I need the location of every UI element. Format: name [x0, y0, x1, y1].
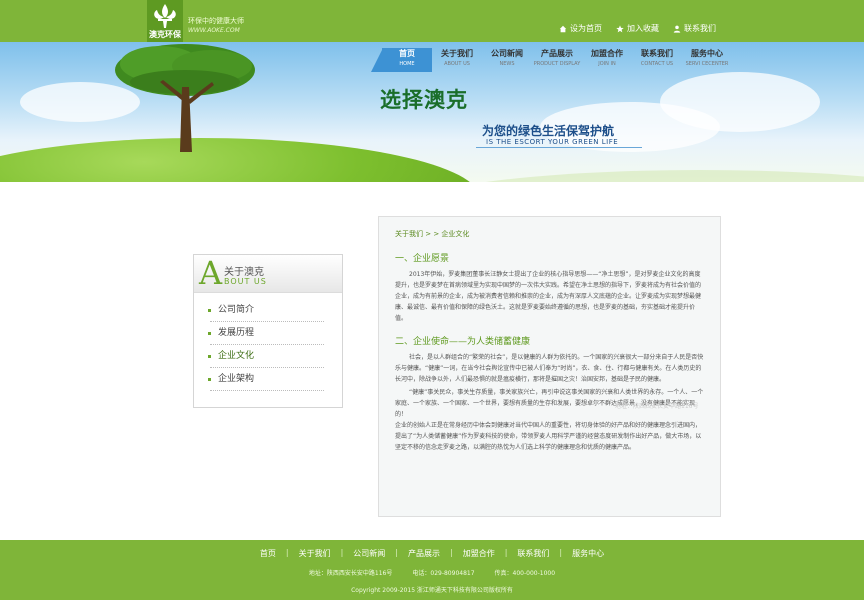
footer-link-service[interactable]: 服务中心: [572, 548, 604, 559]
fleur-de-lis-icon: [154, 4, 176, 28]
banner-headline: 选择澳克: [380, 88, 468, 112]
nav-item-label: 关于我们: [441, 49, 473, 58]
footer-link-home[interactable]: 首页: [260, 548, 276, 559]
sidebar-menu: 公司简介 发展历程 企业文化 企业架构: [194, 293, 342, 391]
nav-item-sublabel: ABOUT US: [444, 61, 470, 67]
watermark-text: 地址：陕西西安长安中路116号: [615, 403, 699, 410]
footer-separator: |: [395, 548, 398, 557]
bullet-icon: [208, 332, 211, 335]
sidebar-header: A 关于澳克 BOUT US: [194, 255, 342, 293]
set-homepage-link[interactable]: 设为首页: [559, 23, 602, 34]
banner-divider: [476, 147, 642, 148]
sidebar-item-history[interactable]: 发展历程: [208, 322, 324, 345]
main-nav: 首页 HOME 关于我们 ABOUT US 公司新闻 NEWS 产品展示 PRO…: [382, 48, 732, 72]
nav-item-sublabel: SERVI CECENTER: [685, 61, 729, 67]
add-favorite-link[interactable]: 加入收藏: [616, 23, 659, 34]
logo[interactable]: 澳克环保: [147, 0, 183, 42]
footer-contact-info: 地址：陕西西安长安中路116号 电话：029-80904817 传真：400-0…: [0, 568, 864, 577]
nav-item-label: 加盟合作: [591, 49, 623, 58]
nav-item-label: 产品展示: [541, 49, 573, 58]
section-text-mission-3: 企业的创始人正是在常身经历中体会到健康对当代中国人的重要性，将切身体验的好产品和…: [395, 422, 702, 451]
footer-link-news[interactable]: 公司新闻: [353, 548, 385, 559]
banner: 首页 HOME 关于我们 ABOUT US 公司新闻 NEWS 产品展示 PRO…: [0, 42, 864, 182]
breadcrumb[interactable]: 关于我们 > > 企业文化: [395, 229, 704, 239]
bullet-icon: [208, 355, 211, 358]
home-icon: [559, 25, 567, 32]
add-favorite-label: 加入收藏: [627, 24, 659, 33]
footer-nav: 首页 | 关于我们 | 公司新闻 | 产品展示 | 加盟合作 | 联系我们 | …: [0, 548, 864, 559]
footer-separator: |: [340, 548, 344, 557]
nav-item-label: 服务中心: [691, 49, 723, 58]
footer-hotline: 传真：400-000-1000: [494, 570, 556, 577]
footer-separator: |: [504, 548, 508, 557]
slogan-url: WWW.AOKE.COM: [188, 27, 240, 34]
nav-item-label: 公司新闻: [491, 49, 523, 58]
banner-subtitle: 为您的绿色生活保驾护航: [482, 124, 615, 138]
star-icon: [616, 24, 624, 32]
sidebar-item-company-profile[interactable]: 公司简介: [208, 299, 324, 322]
footer-address: 地址：陕西西安长安中路116号: [308, 570, 393, 577]
nav-item-sublabel: JOIN IN: [598, 61, 616, 67]
nav-item-sublabel: NEWS: [499, 61, 515, 67]
set-homepage-label: 设为首页: [570, 24, 602, 33]
content-panel: 关于我们 > > 企业文化 一、企业愿景 2013年伊始，罗麦集团董事长汪静女士…: [378, 216, 721, 517]
tree-illustration: [115, 44, 255, 152]
section-title-mission: 二、企业使命——为人类储蓄健康: [395, 337, 531, 347]
bullet-icon: [208, 378, 211, 381]
top-bar: 澳克环保 环保中的健康大师 WWW.AOKE.COM 设为首页 加入收藏 联系我…: [0, 0, 864, 42]
footer-copyright: Copyright 2009-2015 浙江师通天下科技有限公司版权所有: [351, 587, 513, 594]
sidebar-item-label: 公司简介: [218, 305, 255, 315]
contact-us-label: 联系我们: [684, 24, 716, 33]
nav-item-label: 首页: [399, 49, 415, 58]
footer-link-join[interactable]: 加盟合作: [463, 548, 495, 559]
sidebar-title: 关于澳克: [224, 267, 264, 278]
footer-separator: |: [450, 548, 453, 557]
section-title-vision: 一、企业愿景: [395, 254, 450, 264]
top-links: 设为首页 加入收藏 联系我们: [559, 23, 716, 34]
sidebar-item-structure[interactable]: 企业架构: [208, 368, 324, 391]
nav-item-sublabel: HOME: [399, 61, 415, 67]
nav-item-about[interactable]: 关于我们 ABOUT US: [432, 48, 482, 72]
nav-item-sublabel: PRODUCT DISPLAY: [533, 61, 581, 67]
footer-link-contact[interactable]: 联系我们: [517, 548, 549, 559]
banner-subtitle-en: IS THE ESCORT YOUR GREEN LIFE: [486, 138, 619, 146]
sidebar-item-label: 发展历程: [218, 328, 255, 338]
bullet-icon: [208, 309, 211, 312]
sidebar-item-culture[interactable]: 企业文化: [208, 345, 324, 368]
sidebar-item-label: 企业架构: [218, 374, 255, 384]
footer-link-about[interactable]: 关于我们: [299, 548, 331, 559]
nav-item-news[interactable]: 公司新闻 NEWS: [482, 48, 532, 72]
nav-item-contact[interactable]: 联系我们 CONTACT US: [632, 48, 682, 72]
nav-item-products[interactable]: 产品展示 PRODUCT DISPLAY: [532, 48, 582, 72]
cloud-decoration: [660, 72, 820, 132]
footer: 首页 | 关于我们 | 公司新闻 | 产品展示 | 加盟合作 | 联系我们 | …: [0, 540, 864, 600]
footer-link-products[interactable]: 产品展示: [408, 548, 440, 559]
footer-separator: |: [559, 548, 563, 557]
sidebar-initial: A: [199, 254, 223, 292]
nav-item-join[interactable]: 加盟合作 JOIN IN: [582, 48, 632, 72]
logo-name: 澳克环保: [149, 30, 181, 39]
section-text-vision: 2013年伊始，罗麦集团董事长汪静女士提出了企业的核心指导思想——“净土思想”，…: [395, 271, 702, 322]
sidebar-title-en: BOUT US: [224, 277, 267, 286]
sidebar: A 关于澳克 BOUT US 公司简介 发展历程 企业文化 企业架构: [193, 254, 343, 408]
section-text-mission-1: 社会，是以人群组合的“繁荣的社会”，是以健康的人群为依托的。一个国家的兴衰很大一…: [395, 354, 704, 383]
nav-item-home[interactable]: 首页 HOME: [382, 48, 432, 72]
footer-phone: 电话：029-80904817: [412, 570, 475, 577]
slogan-main: 环保中的健康大师: [188, 17, 244, 25]
hill-decoration: [400, 170, 864, 182]
contact-us-link[interactable]: 联系我们: [673, 23, 716, 34]
user-icon: [673, 25, 681, 33]
nav-item-sublabel: CONTACT US: [640, 61, 674, 67]
nav-item-service[interactable]: 服务中心 SERVI CECENTER: [682, 48, 732, 72]
sidebar-item-label: 企业文化: [218, 351, 255, 361]
nav-item-label: 联系我们: [641, 49, 673, 58]
footer-separator: |: [285, 548, 289, 557]
